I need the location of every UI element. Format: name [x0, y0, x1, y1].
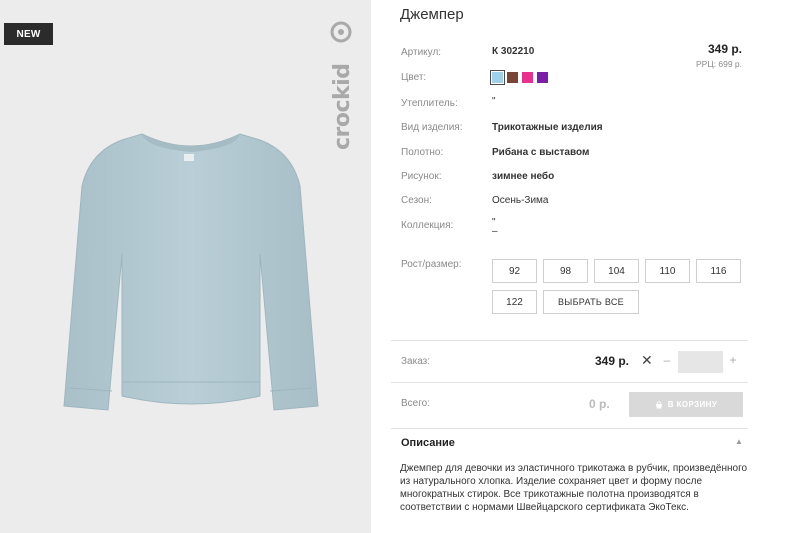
pattern-value: зимнее небо: [492, 171, 555, 182]
item-type-label: Вид изделия:: [401, 122, 463, 133]
size-button-104[interactable]: 104: [594, 259, 639, 283]
product-price: 349 р.: [707, 42, 742, 56]
new-badge: NEW: [4, 23, 53, 45]
description-title[interactable]: Описание: [401, 437, 455, 449]
cart-icon: [655, 400, 662, 408]
collection-value-2: –: [492, 226, 498, 237]
times-icon: ✕: [641, 352, 653, 368]
order-label: Заказ:: [401, 356, 431, 367]
color-swatch[interactable]: [522, 72, 533, 83]
article-value: К 302210: [492, 46, 535, 57]
insulation-value: ": [492, 96, 496, 107]
divider: [391, 428, 748, 429]
recommended-price: РРЦ: 699 р.: [696, 59, 742, 69]
collapse-caret-icon[interactable]: ▲: [735, 437, 743, 446]
size-label: Рост/размер:: [401, 259, 462, 270]
select-all-sizes-button[interactable]: ВЫБРАТЬ ВСЕ: [543, 290, 639, 314]
svg-text:crockid: crockid: [330, 64, 355, 150]
decrease-quantity-button[interactable]: –: [660, 353, 674, 367]
color-swatch[interactable]: [507, 72, 518, 83]
crockid-logo: crockid: [326, 18, 356, 150]
insulation-label: Утеплитель:: [401, 98, 458, 109]
product-image[interactable]: NEW crockid: [0, 0, 371, 533]
size-button-122[interactable]: 122: [492, 290, 537, 314]
size-button-92[interactable]: 92: [492, 259, 537, 283]
pattern-label: Рисунок:: [401, 171, 442, 182]
season-label: Сезон:: [401, 195, 432, 206]
total-value: 0 р.: [589, 397, 610, 411]
color-swatch[interactable]: [537, 72, 548, 83]
order-price: 349 р.: [595, 354, 630, 368]
size-button-116[interactable]: 116: [696, 259, 741, 283]
size-button-110[interactable]: 110: [645, 259, 690, 283]
divider: [391, 382, 748, 383]
item-type-value: Трикотажные изделия: [492, 122, 603, 133]
total-label: Всего:: [401, 398, 430, 409]
collection-label: Коллекция:: [401, 220, 454, 231]
add-to-cart-label: В КОРЗИНУ: [667, 400, 718, 409]
divider: [391, 340, 748, 341]
sweater-image: [63, 133, 319, 411]
description-text: Джемпер для девочки из эластичного трико…: [400, 463, 748, 513]
color-swatch[interactable]: [490, 70, 505, 85]
color-label: Цвет:: [401, 72, 427, 83]
fabric-label: Полотно:: [401, 147, 444, 158]
quantity-input[interactable]: [678, 351, 723, 373]
add-to-cart-button[interactable]: В КОРЗИНУ: [629, 392, 743, 417]
fabric-value: Рибана с выставом: [492, 147, 590, 158]
color-swatches: [490, 70, 548, 85]
size-button-98[interactable]: 98: [543, 259, 588, 283]
product-title: Джемпер: [400, 6, 464, 23]
season-value: Осень-Зима: [492, 195, 549, 206]
article-label: Артикул:: [401, 47, 442, 58]
increase-quantity-button[interactable]: +: [726, 353, 740, 367]
